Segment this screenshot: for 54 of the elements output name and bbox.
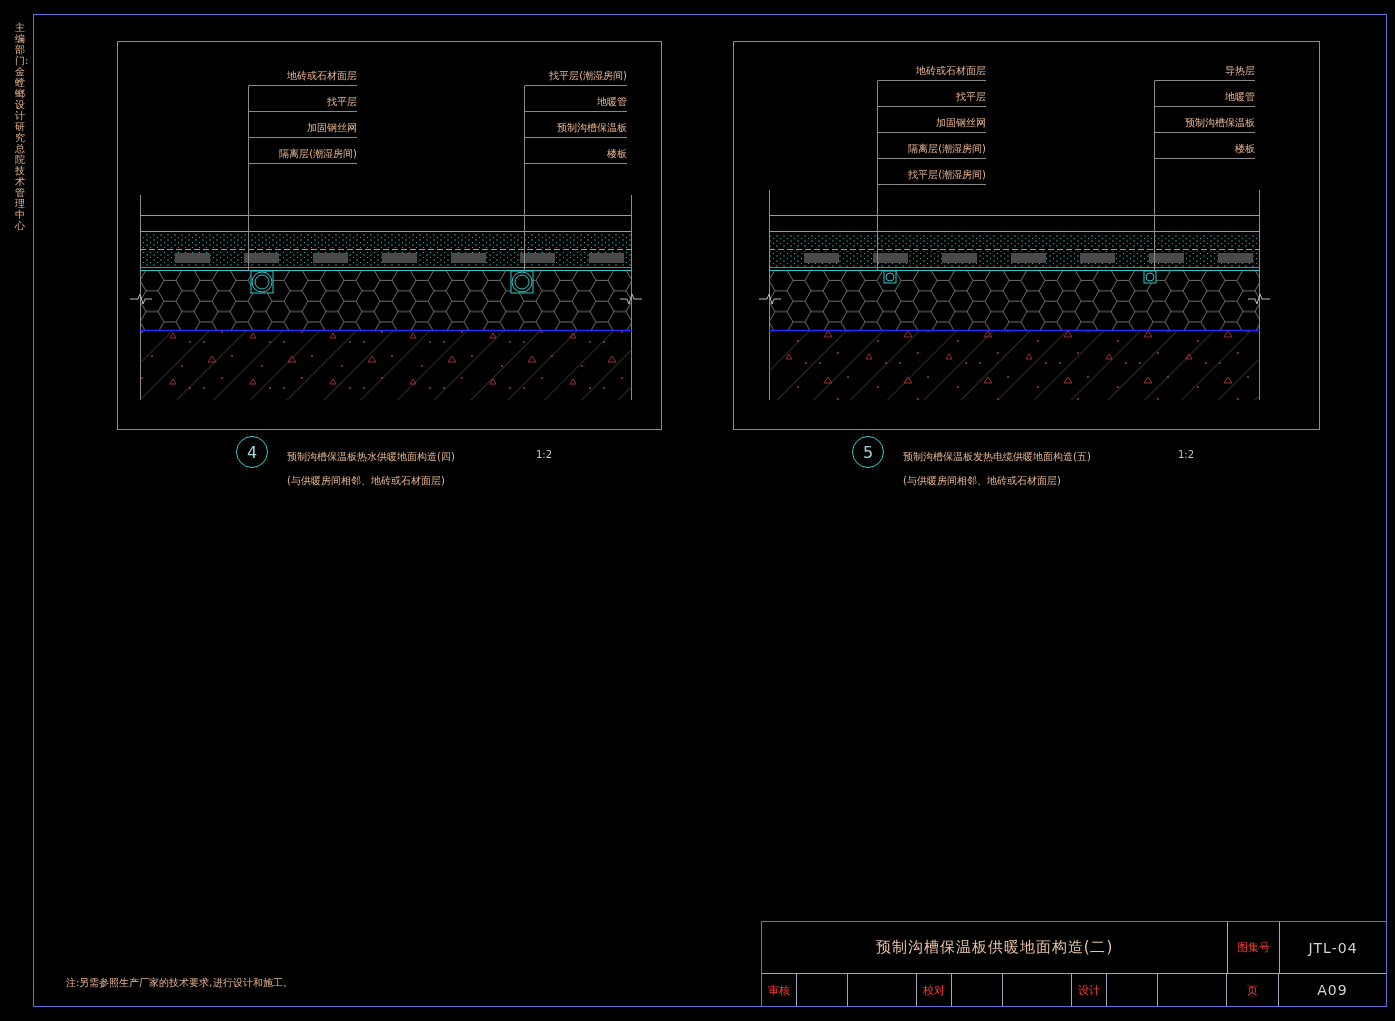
- groove-strip: [244, 253, 279, 263]
- signoff-label: 设计: [1078, 982, 1100, 998]
- groove-strip: [175, 253, 210, 263]
- groove-strip: [382, 253, 417, 263]
- note-text: 注:另需参照生产厂家的技术要求,进行设计和施工。: [66, 977, 293, 989]
- layer-label: 地暖管: [1225, 91, 1255, 103]
- scale-label: 1:2: [1178, 449, 1195, 461]
- layer-label: 找平层: [327, 96, 357, 108]
- scale-label: 1:2: [536, 449, 553, 461]
- signoff-label: 校对: [923, 982, 945, 998]
- layer-label: 加固钢丝网: [307, 122, 357, 134]
- page-number: A09: [1317, 982, 1348, 998]
- atlas-number-label: 图集号: [1237, 940, 1270, 955]
- heating-cable: [1143, 270, 1157, 284]
- groove-strip: [589, 253, 624, 263]
- detail-caption: 预制沟槽保温板发热电缆供暖地面构造(五): [903, 450, 1091, 464]
- groove-strip: [520, 253, 555, 263]
- layer-label: 找平层(潮湿房间): [908, 169, 986, 181]
- break-mark-icon: [619, 293, 643, 305]
- break-mark-icon: [129, 293, 153, 305]
- groove-strip: [1080, 253, 1115, 263]
- break-mark-icon: [1247, 293, 1271, 305]
- groove-strip: [1011, 253, 1046, 263]
- layer-label: 预制沟槽保温板: [1185, 117, 1255, 129]
- heating-pipe: [250, 270, 274, 294]
- groove-strip: [451, 253, 486, 263]
- layer-label: 楼板: [607, 148, 627, 160]
- signoff-label: 审核: [768, 982, 790, 998]
- detail-subcaption: (与供暖房间相邻、地砖或石材面层): [287, 474, 445, 488]
- layer-label: 找平层(潮湿房间): [549, 70, 627, 82]
- groove-strip: [1149, 253, 1184, 263]
- layer-label: 预制沟槽保温板: [557, 122, 627, 134]
- detail-subcaption: (与供暖房间相邻、地砖或石材面层): [903, 474, 1061, 488]
- drawing-title: 预制沟槽保温板供暖地面构造(二): [875, 938, 1114, 957]
- heating-cable: [883, 270, 897, 284]
- layer-label: 导热层: [1225, 65, 1255, 77]
- layer-label: 地砖或石材面层: [287, 70, 357, 82]
- layer-label: 加固钢丝网: [936, 117, 986, 129]
- layer-label: 找平层: [956, 91, 986, 103]
- break-mark-icon: [758, 293, 782, 305]
- heating-pipe: [510, 270, 534, 294]
- groove-strip: [1218, 253, 1253, 263]
- layer-label: 隔离层(潮湿房间): [908, 143, 986, 155]
- page-label: 页: [1247, 982, 1258, 998]
- layer-label: 地暖管: [597, 96, 627, 108]
- groove-strip: [804, 253, 839, 263]
- layer-label: 楼板: [1235, 143, 1255, 155]
- detail-caption: 预制沟槽保温板热水供暖地面构造(四): [287, 450, 455, 464]
- groove-strip: [873, 253, 908, 263]
- atlas-number: JTL-04: [1308, 939, 1358, 956]
- groove-strip: [942, 253, 977, 263]
- layer-label: 地砖或石材面层: [916, 65, 986, 77]
- layer-label: 隔离层(潮湿房间): [279, 148, 357, 160]
- groove-strip: [313, 253, 348, 263]
